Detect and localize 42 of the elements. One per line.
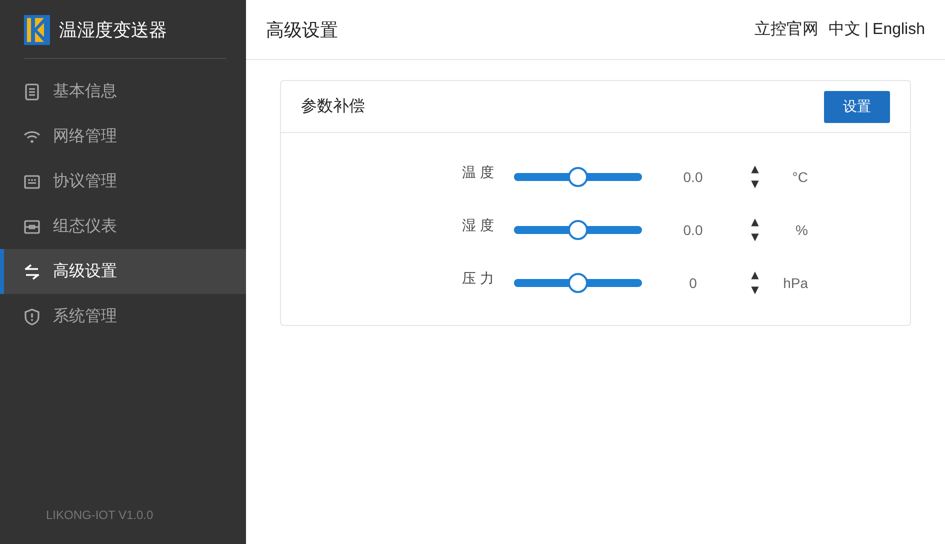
increment-button[interactable]: ▲ [748,268,762,282]
unit-text: °C [791,168,808,184]
shield-icon [23,308,41,326]
decrement-button[interactable]: ▼ [748,230,762,244]
field-label: 温 度 [462,164,495,182]
field-label: 湿 度 [462,217,495,235]
field-label: 压 力 [462,270,495,288]
unit-text: % [794,222,808,238]
panel-icon [23,218,41,236]
sidebar-item[interactable]: 基本信息 [0,69,246,114]
sidebar-item[interactable]: 协议管理 [0,159,246,204]
slider[interactable] [514,166,642,186]
slider-thumb[interactable] [568,272,588,292]
card-title: 参数补偿 [301,96,365,117]
swap-icon [23,262,41,280]
set-button[interactable]: 设置 [824,90,890,122]
sidebar-item[interactable]: 高级设置 [0,249,246,294]
keyboard-icon [23,172,41,190]
separator-text: | [864,20,869,38]
unit-text: hPa [782,274,808,290]
sidebar-item[interactable]: 网络管理 [0,114,246,159]
logo-icon [24,14,50,44]
value-text: 0 [688,274,698,290]
language-link[interactable]: 中文 [828,19,860,40]
decrement-button[interactable]: ▼ [748,282,762,298]
app-title: 温湿度变送器 [59,18,167,42]
slider-thumb[interactable] [568,166,588,186]
slider-thumb[interactable] [568,220,588,240]
increment-button[interactable]: ▲ [748,162,762,176]
value-text: 0.0 [682,168,704,184]
slider[interactable] [514,272,642,292]
slider[interactable] [514,220,642,240]
language-link[interactable]: English [872,20,925,38]
value-text: 0.0 [682,222,704,238]
document-icon [23,82,41,100]
version-label: LIKONG-IOT V1.0.0 [45,508,154,524]
sidebar-item[interactable]: 系统管理 [0,294,246,339]
sidebar-item[interactable]: 组态仪表 [0,204,246,249]
website-link[interactable]: 立控官网 [754,19,818,40]
decrement-button[interactable]: ▼ [748,176,762,192]
page-title: 高级设置 [266,18,338,42]
increment-button[interactable]: ▲ [748,214,762,230]
